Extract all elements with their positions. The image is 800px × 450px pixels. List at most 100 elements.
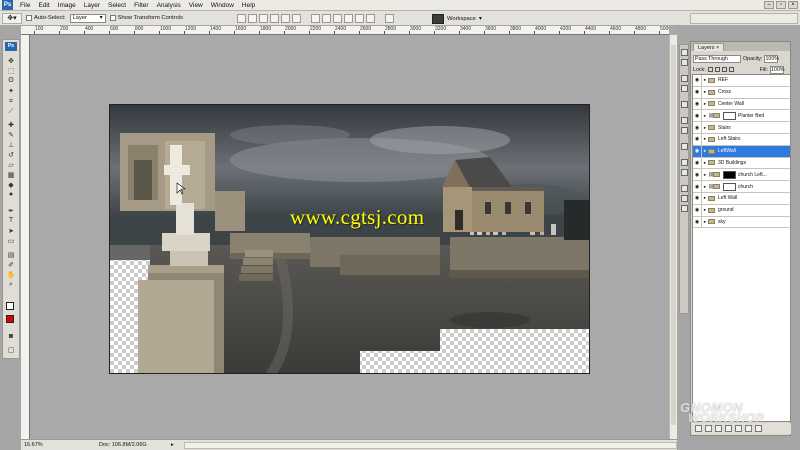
close-icon[interactable]: × [788, 1, 798, 9]
adjustment-layer-icon[interactable] [725, 425, 732, 432]
align-bottom-icon[interactable] [258, 13, 268, 23]
lock-position-icon[interactable] [721, 67, 727, 72]
shape-tool-icon[interactable]: ▭ [6, 236, 16, 245]
styles-panel-icon[interactable] [681, 205, 688, 212]
lasso-tool-icon[interactable]: ʘ [6, 76, 16, 85]
document-canvas[interactable]: www.cgtsj.com [109, 104, 590, 374]
distribute-top-icon[interactable] [310, 13, 320, 23]
visibility-eye-icon[interactable]: ◉ [693, 204, 702, 216]
distribute-right-icon[interactable] [365, 13, 375, 23]
quick-mask-icon[interactable]: ◙ [6, 332, 16, 341]
menu-edit[interactable]: Edit [34, 0, 53, 11]
visibility-eye-icon[interactable]: ◉ [693, 181, 702, 192]
clone-stamp-tool-icon[interactable]: ⊥ [6, 140, 16, 149]
slice-tool-icon[interactable]: ⟋ [6, 107, 16, 116]
scroll-thumb[interactable] [671, 45, 676, 425]
auto-select-checkbox[interactable]: Auto-Select: [26, 15, 66, 21]
status-menu-arrow-icon[interactable]: ▸ [171, 442, 174, 448]
hand-tool-icon[interactable]: ✋ [6, 270, 16, 279]
link-layers-icon[interactable] [695, 425, 702, 432]
visibility-eye-icon[interactable]: ◉ [693, 169, 702, 181]
visibility-eye-icon[interactable]: ◉ [693, 110, 702, 122]
type-tool-icon[interactable]: T [6, 216, 16, 225]
background-color-swatch[interactable] [6, 315, 14, 323]
navigator-panel-icon[interactable] [681, 159, 688, 166]
magic-wand-tool-icon[interactable]: ✦ [6, 86, 16, 95]
layer-row[interactable]: ◉ ▸ Center Wall [693, 98, 790, 111]
layer-mask-thumbnail[interactable] [723, 111, 736, 120]
menu-filter[interactable]: Filter [130, 0, 152, 11]
clone-source-panel-icon[interactable] [681, 101, 688, 108]
checkbox-icon[interactable] [109, 15, 116, 21]
distribute-hcenter-icon[interactable] [354, 13, 364, 23]
horizontal-ruler[interactable]: 100 200 400 600 800 1000 1200 1400 1600 1800 2000 2… [21, 26, 669, 35]
document-size-info[interactable]: Doc: 106.8M/2.06G [99, 442, 171, 448]
color-panel-icon[interactable] [681, 185, 688, 192]
path-selection-tool-icon[interactable]: ➤ [6, 226, 16, 235]
layer-row[interactable]: ◉ ▸ Left Stairs [693, 133, 790, 146]
new-layer-icon[interactable] [745, 425, 752, 432]
layer-row[interactable]: ◉ ▸ sky [693, 216, 790, 229]
opacity-input[interactable]: 100% [764, 54, 779, 63]
fill-input[interactable]: 100% [769, 65, 784, 74]
minimize-icon[interactable]: – [764, 1, 774, 9]
layer-mask-thumbnail[interactable] [723, 170, 736, 179]
align-left-icon[interactable] [269, 13, 279, 23]
blend-mode-dropdown[interactable]: Pass Through [693, 54, 741, 63]
character-panel-icon[interactable] [681, 117, 688, 124]
menu-help[interactable]: Help [238, 0, 259, 11]
menu-image[interactable]: Image [54, 0, 80, 11]
actions-panel-icon[interactable] [681, 59, 688, 66]
eyedropper-tool-icon[interactable]: ✐ [6, 260, 16, 269]
distribute-vcenter-icon[interactable] [321, 13, 331, 23]
history-panel-icon[interactable] [681, 49, 688, 56]
layer-style-icon[interactable] [705, 425, 712, 432]
align-right-icon[interactable] [291, 13, 301, 23]
menu-layer[interactable]: Layer [80, 0, 104, 11]
photoshop-app-icon[interactable]: Ps [2, 0, 13, 10]
swatches-panel-icon[interactable] [681, 195, 688, 202]
layer-row[interactable]: ◉ ▸ ⛓ church [693, 181, 790, 193]
screen-mode-icon[interactable]: ▢ [6, 345, 16, 354]
horizontal-scrollbar[interactable] [183, 441, 677, 449]
layer-row[interactable]: ◉ ▸ Cross [693, 86, 790, 99]
distribute-left-icon[interactable] [343, 13, 353, 23]
menu-window[interactable]: Window [207, 0, 238, 11]
move-tool-icon[interactable]: ✥ [6, 56, 16, 65]
histogram-panel-icon[interactable] [681, 169, 688, 176]
menu-analysis[interactable]: Analysis [153, 0, 185, 11]
visibility-eye-icon[interactable]: ◉ [693, 216, 702, 228]
pen-tool-icon[interactable]: ✒ [6, 206, 16, 215]
restore-icon[interactable]: ▫ [776, 1, 786, 9]
vertical-scrollbar[interactable] [669, 35, 677, 439]
layer-row[interactable]: ◉ ▸ REF [693, 75, 790, 87]
layer-row[interactable]: ◉ ▸ LeftWall [693, 145, 790, 158]
brushes-panel-icon[interactable] [681, 85, 688, 92]
paragraph-panel-icon[interactable] [681, 127, 688, 134]
lock-transparency-icon[interactable] [707, 67, 713, 72]
layer-mask-thumbnail[interactable] [723, 182, 736, 191]
visibility-eye-icon[interactable]: ◉ [693, 133, 702, 145]
lock-pixels-icon[interactable] [714, 67, 720, 72]
visibility-eye-icon[interactable]: ◉ [693, 98, 702, 110]
tool-presets-panel-icon[interactable] [681, 75, 688, 82]
layer-row[interactable]: ◉ ▸ ⛓ church Left... [693, 169, 790, 182]
layer-row[interactable]: ◉ ▸ Stairs [693, 122, 790, 134]
layer-row[interactable]: ◉ ▸ Left Wall [693, 192, 790, 205]
healing-brush-tool-icon[interactable]: ✚ [6, 120, 16, 129]
visibility-eye-icon[interactable]: ◉ [693, 86, 702, 98]
layer-row[interactable]: ◉ ▸ ground [693, 204, 790, 217]
delete-layer-icon[interactable] [755, 425, 762, 432]
visibility-eye-icon[interactable]: ◉ [693, 145, 702, 157]
menu-file[interactable]: File [16, 0, 34, 11]
info-panel-icon[interactable] [681, 143, 688, 150]
checkbox-icon[interactable] [26, 15, 32, 21]
layer-row[interactable]: ◉ ▸ ⛓ Planter Bed [693, 110, 790, 123]
add-mask-icon[interactable] [715, 425, 722, 432]
new-group-icon[interactable] [735, 425, 742, 432]
gradient-tool-icon[interactable]: ▦ [6, 170, 16, 179]
zoom-tool-icon[interactable]: ⌕ [6, 280, 16, 289]
distribute-bottom-icon[interactable] [332, 13, 342, 23]
dodge-tool-icon[interactable]: ● [6, 190, 16, 199]
menu-select[interactable]: Select [104, 0, 130, 11]
